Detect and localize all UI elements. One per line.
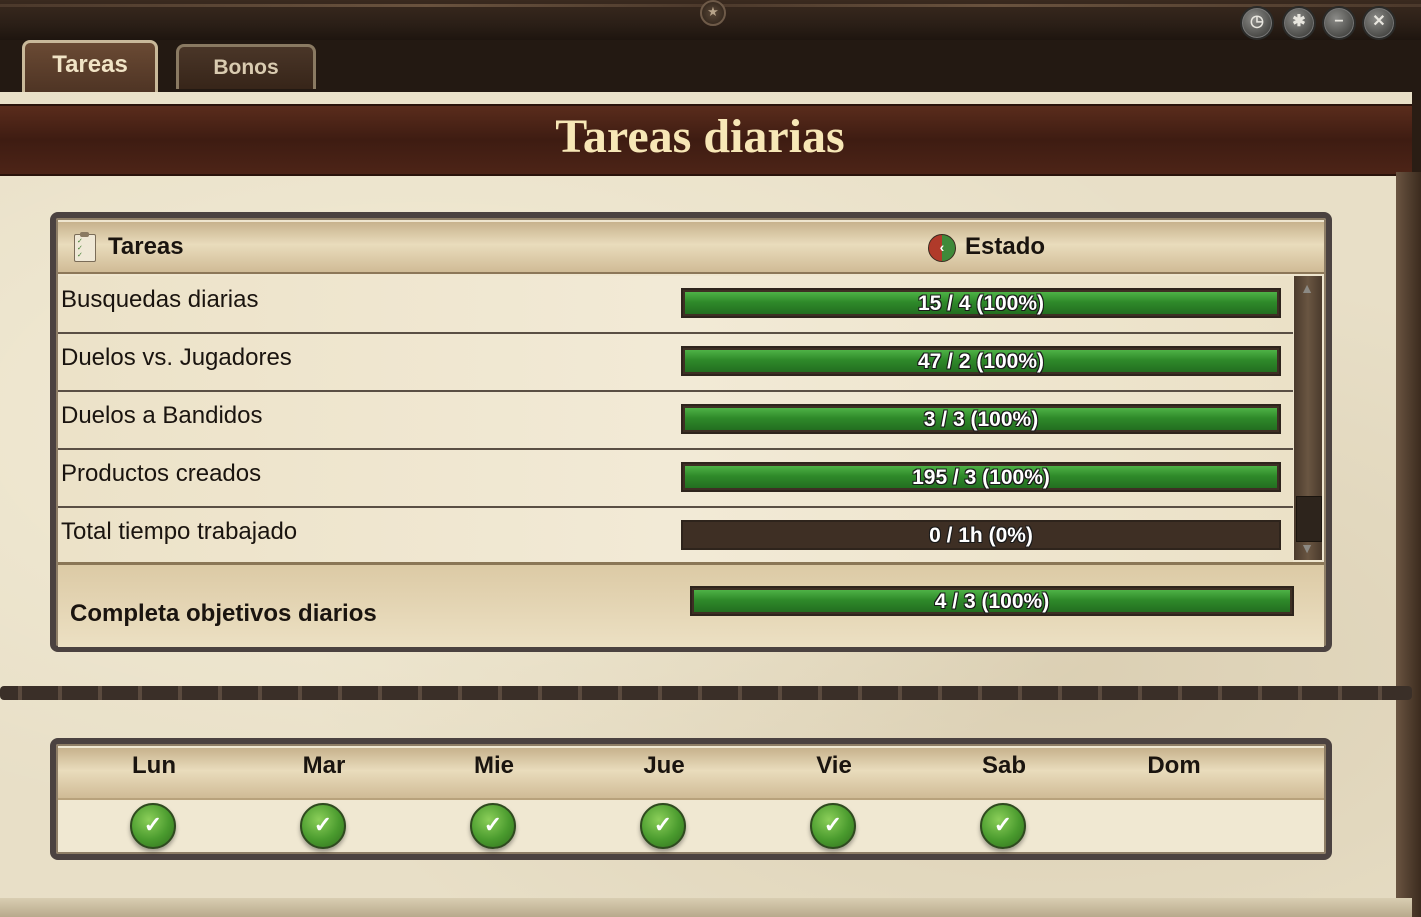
- table-row: Total tiempo trabajado 0 / 1h (0%): [58, 508, 1293, 566]
- clipboard-icon: [74, 232, 96, 262]
- tab-bar: Tareas Bonos: [0, 40, 1421, 100]
- scroll-down-icon[interactable]: ▼: [1296, 538, 1318, 558]
- summary-progress-bar: 4 / 3 (100%): [690, 586, 1294, 616]
- day-label: Mie: [473, 752, 514, 779]
- task-label: Productos creados: [61, 460, 262, 487]
- summary-label: Completa objetivos diarios: [70, 600, 377, 627]
- table-row: Duelos a Bandidos 3 / 3 (100%): [58, 392, 1293, 450]
- window-frame-right: [1396, 172, 1421, 917]
- checkmark-icon: ✓: [130, 803, 176, 849]
- checkmark-icon: ✓: [980, 803, 1026, 849]
- tasks-table-header: [58, 222, 1324, 274]
- task-label: Busquedas diarias: [61, 286, 259, 313]
- task-progress-bar: 15 / 4 (100%): [681, 288, 1281, 318]
- close-icon: ✕: [1372, 13, 1386, 30]
- minus-icon: −: [1334, 13, 1344, 30]
- column-header-status: Estado: [965, 233, 1046, 260]
- clock-icon: ◷: [1250, 13, 1264, 30]
- task-progress-bar: 3 / 3 (100%): [681, 404, 1281, 434]
- task-progress-text: 195 / 3 (100%): [912, 466, 1050, 489]
- scroll-up-icon[interactable]: ▲: [1296, 278, 1318, 298]
- task-progress-text: 0 / 1h (0%): [929, 524, 1033, 547]
- checkmark-icon: ✓: [640, 803, 686, 849]
- task-progress-text: 15 / 4 (100%): [917, 292, 1045, 315]
- day-label: Vie: [816, 752, 852, 779]
- day-label: Mar: [302, 752, 346, 779]
- status-icon: ‹: [928, 234, 956, 262]
- tab-bonos[interactable]: Bonos: [176, 44, 316, 89]
- task-label: Total tiempo trabajado: [61, 518, 298, 545]
- task-progress-bar: 0 / 1h (0%): [681, 520, 1281, 550]
- summary-progress-text: 4 / 3 (100%): [934, 590, 1050, 613]
- day-label: Dom: [1147, 752, 1201, 779]
- minimize-button[interactable]: −: [1322, 6, 1356, 40]
- table-row: Busquedas diarias 15 / 4 (100%): [58, 276, 1293, 334]
- close-button[interactable]: ✕: [1362, 6, 1396, 40]
- checkmark-icon: ✓: [470, 803, 516, 849]
- checkmark-icon: ✓: [810, 803, 856, 849]
- task-label: Duelos vs. Jugadores: [61, 344, 292, 371]
- day-label: Jue: [643, 752, 685, 779]
- history-button[interactable]: ◷: [1240, 6, 1274, 40]
- task-progress-text: 47 / 2 (100%): [917, 350, 1045, 373]
- scroll-thumb[interactable]: [1296, 496, 1322, 542]
- settings-button[interactable]: ✱: [1282, 6, 1316, 40]
- gear-icon: ✱: [1292, 13, 1306, 30]
- task-progress-bar: 195 / 3 (100%): [681, 462, 1281, 492]
- checkmark-icon: ✓: [300, 803, 346, 849]
- star-icon: ★: [700, 0, 726, 26]
- task-progress-bar: 47 / 2 (100%): [681, 346, 1281, 376]
- tab-tareas[interactable]: Tareas: [22, 40, 158, 93]
- task-label: Duelos a Bandidos: [61, 402, 263, 429]
- day-label: Lun: [132, 752, 176, 779]
- task-progress-text: 3 / 3 (100%): [923, 408, 1039, 431]
- day-label: Sab: [981, 752, 1026, 779]
- table-row: Duelos vs. Jugadores 47 / 2 (100%): [58, 334, 1293, 392]
- column-header-tasks: Tareas: [108, 233, 184, 260]
- ornamental-divider: [0, 686, 1412, 700]
- table-row: Productos creados 195 / 3 (100%): [58, 450, 1293, 508]
- page-title: Tareas diarias: [555, 110, 845, 163]
- window-frame-bottom: [0, 898, 1412, 917]
